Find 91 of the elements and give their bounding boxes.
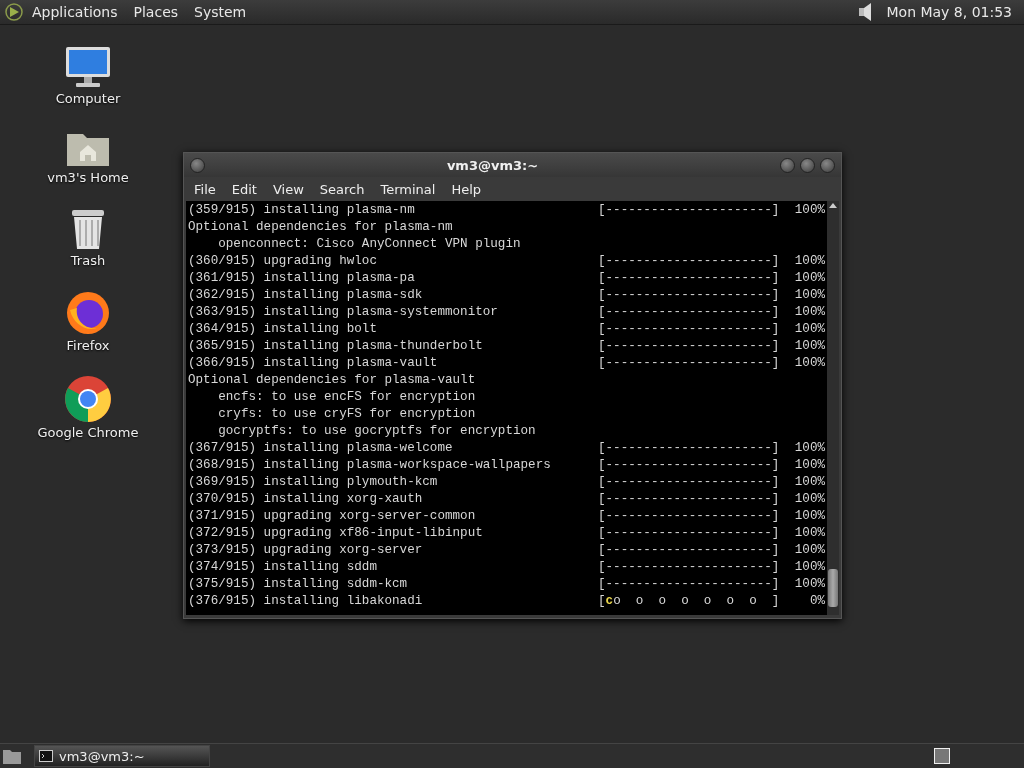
- scroll-up-icon[interactable]: [828, 201, 838, 209]
- progress-text: [----------------------]: [598, 576, 780, 593]
- terminal-line: cryfs: to use cryFS for encryption: [217, 406, 476, 423]
- progress-text: [co o o o o o o ]: [598, 593, 780, 610]
- percent-text: 100%: [793, 491, 825, 508]
- menu-item[interactable]: Search: [311, 181, 373, 197]
- menu-item[interactable]: File: [186, 181, 224, 197]
- progress-text: [----------------------]: [598, 491, 780, 508]
- close-button[interactable]: [820, 157, 835, 173]
- scrollbar-thumb[interactable]: [828, 569, 838, 607]
- panel-menu[interactable]: Applications: [24, 4, 126, 20]
- chrome-icon: [64, 375, 112, 423]
- monitor-icon: [64, 45, 112, 89]
- percent-text: 100%: [793, 355, 825, 372]
- terminal-line: (359/915) installing plasma-nm: [188, 202, 416, 219]
- percent-text: 100%: [793, 270, 825, 287]
- percent-text: 100%: [793, 287, 825, 304]
- progress-text: [----------------------]: [598, 440, 780, 457]
- desktop-icon-label[interactable]: Firefox: [66, 338, 110, 353]
- progress-text: [----------------------]: [598, 542, 780, 559]
- terminal-line: (373/915) upgrading xorg-server: [188, 542, 424, 559]
- progress-text: [----------------------]: [598, 270, 780, 287]
- workspace-switcher[interactable]: [934, 748, 950, 764]
- terminal-line: (369/915) installing plymouth-kcm: [188, 474, 439, 491]
- progress-text: [----------------------]: [598, 202, 780, 219]
- terminal-line: Optional dependencies for plasma-nm: [188, 219, 453, 236]
- percent-text: 100%: [793, 542, 825, 559]
- percent-text: 100%: [793, 321, 825, 338]
- window-menu-button[interactable]: [190, 157, 205, 173]
- desktop-icon-label[interactable]: vm3's Home: [47, 170, 129, 185]
- percent-text: 100%: [793, 440, 825, 457]
- terminal-line: (376/915) installing libakonadi: [188, 593, 424, 610]
- panel-menu[interactable]: System: [186, 4, 255, 20]
- progress-text: [----------------------]: [598, 525, 780, 542]
- terminal-line: (362/915) installing plasma-sdk: [188, 287, 424, 304]
- percent-text: 100%: [793, 576, 825, 593]
- terminal-line: (367/915) installing plasma-welcome: [188, 440, 454, 457]
- maximize-button[interactable]: [800, 157, 815, 173]
- distro-logo-icon[interactable]: [4, 2, 24, 22]
- terminal-line: gocryptfs: to use gocryptfs for encryption: [217, 423, 536, 440]
- percent-text: 100%: [793, 457, 825, 474]
- taskbar-button[interactable]: vm3@vm3:~: [34, 745, 210, 767]
- terminal-line: (372/915) upgrading xf86-input-libinput: [188, 525, 484, 542]
- menu-item[interactable]: Terminal: [372, 181, 444, 197]
- terminal-icon: [39, 750, 53, 762]
- fox-globe-icon: [65, 290, 111, 336]
- percent-text: 100%: [793, 508, 825, 525]
- percent-text: 100%: [793, 253, 825, 270]
- terminal-line: Optional dependencies for plasma-vault: [188, 372, 476, 389]
- terminal-line: (361/915) installing plasma-pa: [188, 270, 416, 287]
- show-desktop-icon[interactable]: [2, 747, 22, 765]
- menu-item[interactable]: Edit: [223, 181, 265, 197]
- percent-text: 100%: [793, 202, 825, 219]
- window-title: vm3@vm3:~: [446, 157, 539, 173]
- terminal-line: (363/915) installing plasma-systemmonitor: [188, 304, 499, 321]
- percent-text: 100%: [793, 559, 825, 576]
- progress-text: [----------------------]: [598, 355, 780, 372]
- progress-text: [----------------------]: [598, 253, 780, 270]
- progress-text: [----------------------]: [598, 457, 780, 474]
- percent-text: 100%: [793, 304, 825, 321]
- terminal-line: (371/915) upgrading xorg-server-common: [188, 508, 477, 525]
- percent-text: 100%: [793, 525, 825, 542]
- progress-text: [----------------------]: [598, 474, 780, 491]
- progress-text: [----------------------]: [598, 508, 780, 525]
- terminal-line: openconnect: Cisco AnyConnect VPN plugin: [217, 236, 521, 253]
- progress-text: [----------------------]: [598, 338, 780, 355]
- progress-text: [----------------------]: [598, 287, 780, 304]
- terminal-line: (370/915) installing xorg-xauth: [188, 491, 424, 508]
- menu-item[interactable]: View: [264, 181, 312, 197]
- terminal-line: (375/915) installing sddm-kcm: [188, 576, 409, 593]
- terminal-line: (360/915) upgrading hwloc: [188, 253, 378, 270]
- minimize-button[interactable]: [780, 157, 795, 173]
- percent-text: 0%: [808, 593, 825, 610]
- desktop-icon-label[interactable]: Computer: [55, 91, 121, 106]
- terminal-line: (366/915) installing plasma-vault: [188, 355, 439, 372]
- terminal-line: (374/915) installing sddm: [188, 559, 378, 576]
- trash-icon: [69, 207, 107, 251]
- terminal-line: (364/915) installing bolt: [188, 321, 378, 338]
- percent-text: 100%: [793, 474, 825, 491]
- progress-text: [----------------------]: [598, 559, 780, 576]
- desktop-icon-label[interactable]: Trash: [70, 253, 106, 268]
- percent-text: 100%: [793, 338, 825, 355]
- menu-item[interactable]: Help: [443, 181, 490, 197]
- terminal-line: encfs: to use encFS for encryption: [217, 389, 476, 406]
- progress-text: [----------------------]: [598, 304, 780, 321]
- progress-text: [----------------------]: [598, 321, 780, 338]
- terminal-line: (368/915) installing plasma-workspace-wallpapers: [188, 457, 552, 474]
- desktop-icon-label[interactable]: Google Chrome: [37, 425, 139, 440]
- panel-menu[interactable]: Places: [125, 4, 187, 20]
- terminal-line: (365/915) installing plasma-thunderbolt: [188, 338, 484, 355]
- clock[interactable]: Mon May 8, 01:53: [878, 4, 1020, 20]
